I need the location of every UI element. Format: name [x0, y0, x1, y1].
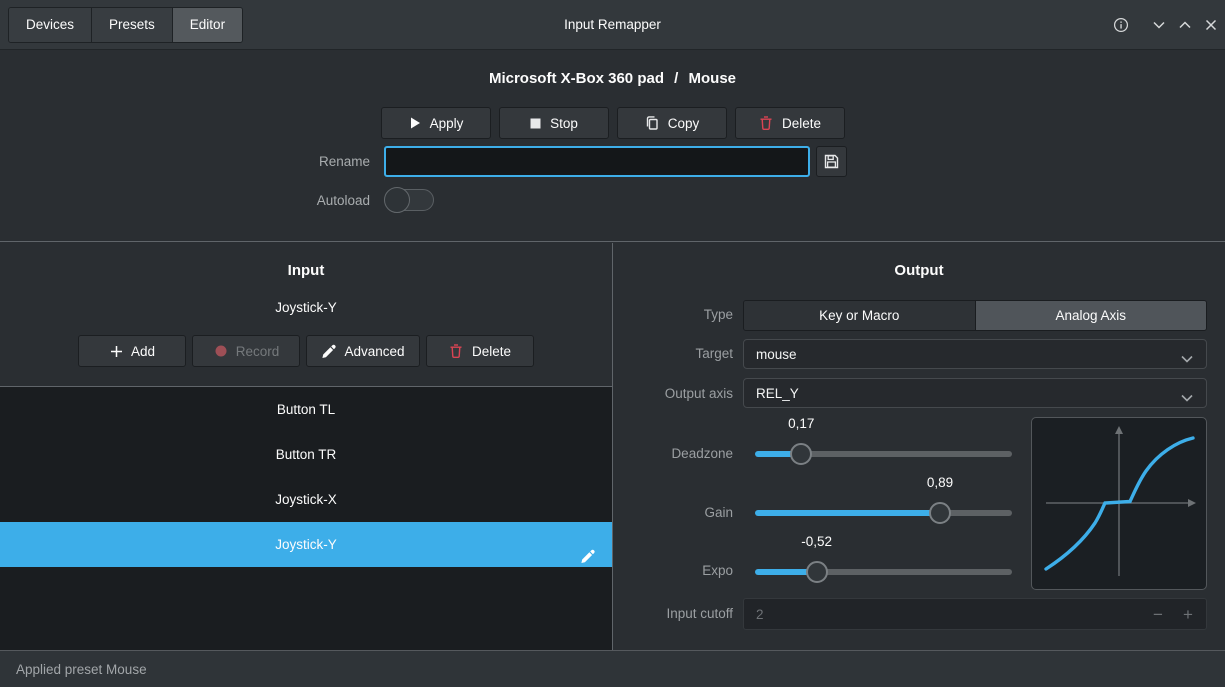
output-axis-value: REL_Y: [756, 385, 799, 401]
apply-label: Apply: [429, 115, 464, 131]
expo-label: Expo: [702, 563, 733, 578]
breadcrumb: Microsoft X-Box 360 pad / Mouse: [0, 70, 1225, 87]
add-label: Add: [130, 343, 155, 359]
rename-label: Rename: [318, 154, 370, 169]
titlebar: Devices Presets Editor Input Remapper: [0, 0, 1225, 50]
play-icon: [410, 117, 420, 129]
copy-icon: [646, 116, 658, 130]
edit-pencil-icon[interactable]: [580, 537, 595, 582]
apply-button[interactable]: Apply: [380, 107, 491, 139]
rename-input[interactable]: [384, 146, 810, 177]
preset-section: Microsoft X-Box 360 pad / Mouse Apply St…: [0, 51, 1225, 242]
gain-label: Gain: [704, 505, 733, 520]
statusbar: Applied preset Mouse: [0, 650, 1225, 687]
delete-preset-label: Delete: [781, 115, 822, 131]
stop-icon: [530, 118, 541, 128]
type-label: Type: [703, 307, 733, 322]
list-item-joystick-x[interactable]: Joystick-X: [0, 477, 612, 522]
input-remapper-window: Devices Presets Editor Input Remapper Mi…: [0, 0, 1225, 687]
delete-mapping-label: Delete: [472, 343, 512, 359]
y-axis-arrow: [1115, 426, 1123, 434]
slider-handle[interactable]: [929, 502, 952, 524]
plus-icon: [110, 345, 122, 357]
minimize-icon[interactable]: [1151, 17, 1167, 33]
deadzone-value: 0,17: [788, 416, 815, 431]
autoload-toggle[interactable]: [384, 187, 436, 213]
transfer-curve-graph: [1031, 417, 1207, 590]
slider-handle[interactable]: [790, 443, 813, 465]
advanced-button[interactable]: Advanced: [306, 335, 420, 367]
device-name: Microsoft X-Box 360 pad: [488, 70, 664, 87]
list-item-button-tl[interactable]: Button TL: [0, 387, 612, 432]
trash-icon: [450, 344, 462, 359]
maximize-icon[interactable]: [1177, 17, 1193, 33]
minus-icon: −: [1153, 605, 1163, 624]
record-icon: [215, 345, 227, 357]
target-label: Target: [695, 346, 733, 361]
input-cutoff-value: 2: [756, 606, 764, 622]
deadzone-slider[interactable]: 0,17: [755, 416, 1012, 465]
record-label: Record: [235, 343, 280, 359]
output-axis-dropdown[interactable]: REL_Y: [743, 378, 1207, 408]
slider-handle[interactable]: [805, 561, 828, 583]
list-item-label: Joystick-Y: [275, 537, 337, 552]
status-message: Applied preset Mouse: [16, 661, 147, 677]
preset-name: Mouse: [688, 70, 737, 87]
delete-mapping-button[interactable]: Delete: [425, 335, 534, 367]
chevron-down-icon: [1181, 351, 1193, 366]
pencil-icon: [322, 344, 337, 358]
autoload-row: Autoload: [0, 187, 436, 213]
plus-icon: +: [1183, 605, 1193, 624]
add-button[interactable]: Add: [78, 335, 187, 367]
rename-row: Rename: [0, 146, 847, 177]
x-axis-arrow: [1188, 499, 1196, 507]
slider-track[interactable]: [755, 510, 1012, 516]
window-title: Input Remapper: [564, 17, 661, 32]
type-option-key-or-macro[interactable]: Key or Macro: [744, 301, 976, 330]
copy-button[interactable]: Copy: [616, 107, 727, 139]
record-button: Record: [192, 335, 301, 367]
mapping-list: Button TL Button TR Joystick-X Joystick-…: [0, 386, 612, 650]
expo-value: -0,52: [801, 534, 833, 549]
list-item-button-tr[interactable]: Button TR: [0, 432, 612, 477]
advanced-label: Advanced: [344, 343, 405, 359]
target-dropdown[interactable]: mouse: [743, 339, 1207, 369]
input-cutoff-label: Input cutoff: [666, 606, 733, 621]
toggle-knob[interactable]: [384, 187, 410, 213]
output-panel: Output Type Key or Macro Analog Axis Tar…: [613, 243, 1225, 650]
autoload-label: Autoload: [316, 192, 370, 208]
preset-actions: Apply Stop Copy Delete: [0, 107, 1225, 139]
stop-label: Stop: [550, 115, 578, 131]
info-icon[interactable]: [1113, 17, 1129, 33]
gain-slider[interactable]: 0,89: [755, 475, 1012, 524]
delete-preset-button[interactable]: Delete: [734, 107, 845, 139]
type-segmented-control: Key or Macro Analog Axis: [743, 300, 1207, 331]
gain-value: 0,89: [926, 475, 954, 490]
chevron-down-icon: [1181, 390, 1193, 405]
output-panel-title: Output: [894, 262, 944, 279]
input-panel-title: Input: [287, 262, 325, 279]
slider-track[interactable]: [755, 569, 1012, 575]
window-controls: [1113, 0, 1219, 50]
close-icon[interactable]: [1203, 17, 1219, 33]
copy-label: Copy: [667, 115, 700, 131]
trash-icon: [760, 116, 772, 131]
output-axis-label: Output axis: [664, 386, 733, 401]
main-area: Input Joystick-Y Add Record Advanced Del…: [0, 243, 1225, 650]
type-option-analog-axis[interactable]: Analog Axis: [975, 301, 1206, 330]
list-item-joystick-y[interactable]: Joystick-Y: [0, 522, 612, 567]
save-rename-button[interactable]: [816, 146, 847, 177]
input-cutoff-spinbox: 2 − +: [743, 598, 1207, 630]
floppy-icon: [824, 154, 839, 169]
current-input-name: Joystick-Y: [275, 300, 337, 315]
input-actions: Add Record Advanced Delete: [0, 335, 612, 367]
input-panel: Input Joystick-Y Add Record Advanced Del…: [0, 243, 612, 650]
expo-slider[interactable]: -0,52: [755, 534, 1012, 583]
target-value: mouse: [756, 346, 797, 362]
spin-controls: − +: [1150, 599, 1196, 631]
stop-button[interactable]: Stop: [498, 107, 609, 139]
deadzone-label: Deadzone: [671, 446, 733, 461]
breadcrumb-separator: /: [674, 70, 679, 87]
